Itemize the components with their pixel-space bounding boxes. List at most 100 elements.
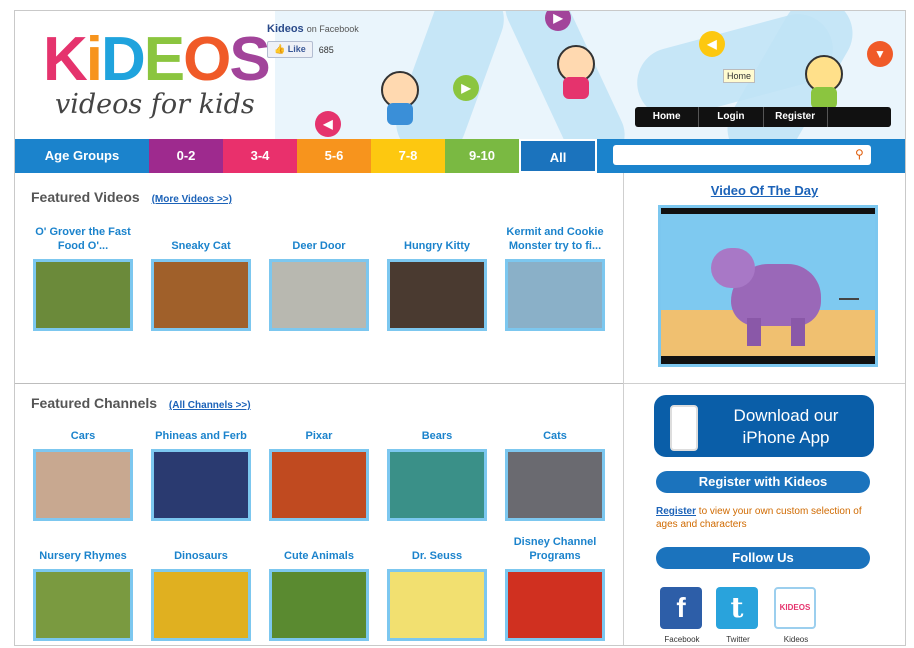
featured-channels-thumbnail[interactable] [33, 569, 133, 641]
featured-channels-card[interactable]: Bears [387, 399, 487, 521]
featured-channels-title[interactable]: Dr. Seuss [387, 519, 487, 563]
facebook-box: Kideos on Facebook [267, 23, 359, 35]
video-of-the-day-link[interactable]: Video Of The Day [624, 183, 905, 198]
facebook-page-name[interactable]: Kideos [267, 23, 304, 35]
logo-letter: i [85, 25, 103, 94]
player-top-bar [661, 208, 875, 214]
featured-videos-title[interactable]: Deer Door [269, 209, 369, 253]
blog-follow[interactable]: KIDEOS Kideos BLOG [774, 587, 818, 645]
age-group-3-4[interactable]: 3-4 [223, 139, 297, 173]
featured-channels-thumbnail[interactable] [505, 449, 605, 521]
search-icon[interactable]: ⚲ [855, 148, 867, 160]
sidebar-divider [624, 383, 905, 384]
nav-home-link[interactable]: Home [635, 107, 700, 127]
facebook-label: Facebook [664, 635, 700, 644]
featured-videos-card[interactable]: O' Grover the Fast Food O'... [33, 209, 133, 331]
featured-videos-card[interactable]: Hungry Kitty [387, 209, 487, 331]
hippo-head [711, 248, 755, 288]
featured-channels-thumbnail[interactable] [33, 449, 133, 521]
twitter-icon: t [716, 587, 758, 629]
featured-channels-card[interactable]: Nursery Rhymes [33, 519, 133, 641]
age-group-all[interactable]: All [519, 139, 597, 173]
twitter-follow[interactable]: t Twitter [716, 587, 760, 644]
featured-channels-card[interactable]: Dr. Seuss [387, 519, 487, 641]
featured-channels-card[interactable]: Cats [505, 399, 605, 521]
play-circle-icon: ◀ [315, 111, 341, 137]
featured-channels-thumbnail[interactable] [387, 569, 487, 641]
logo-letter: E [143, 25, 185, 94]
iphone-icon [670, 405, 698, 451]
follow-us-heading: Follow Us [656, 547, 870, 569]
facebook-suffix: on Facebook [306, 24, 359, 34]
blog-label: Kideos BLOG [783, 635, 809, 645]
age-group-7-8[interactable]: 7-8 [371, 139, 445, 173]
main-content: Featured Videos (More Videos >>) O' Grov… [15, 173, 623, 645]
featured-videos-heading: Featured Videos (More Videos >>) [31, 189, 232, 205]
featured-channels-title[interactable]: Pixar [269, 399, 369, 443]
player-bottom-bar [661, 356, 875, 364]
featured-videos-title[interactable]: Kermit and Cookie Monster try to fi... [505, 209, 605, 253]
featured-channels-card[interactable]: Disney Channel Programs [505, 519, 605, 641]
featured-videos-thumbnail[interactable] [151, 259, 251, 331]
nav-register-link[interactable]: Register [764, 107, 828, 127]
featured-channels-card[interactable]: Cute Animals [269, 519, 369, 641]
featured-videos-card[interactable]: Sneaky Cat [151, 209, 251, 331]
featured-channels-thumbnail[interactable] [269, 449, 369, 521]
nav-login-link[interactable]: Login [699, 107, 764, 127]
featured-videos-title[interactable]: Sneaky Cat [151, 209, 251, 253]
like-button[interactable]: 👍 Like [267, 41, 313, 58]
play-circle-icon: ◀ [699, 31, 725, 57]
register-link[interactable]: Register [656, 506, 696, 517]
more-videos-link[interactable]: (More Videos >>) [152, 194, 232, 205]
blonde-character-icon [805, 55, 843, 109]
featured-channels-title[interactable]: Cars [33, 399, 133, 443]
tree-illustration [839, 298, 859, 310]
age-group-9-10[interactable]: 9-10 [445, 139, 519, 173]
featured-channels-thumbnail[interactable] [505, 569, 605, 641]
facebook-icon: f [660, 587, 702, 629]
play-circle-icon: ▶ [453, 75, 479, 101]
register-text: Register to view your own custom selecti… [656, 505, 876, 531]
featured-channels-thumbnail[interactable] [151, 569, 251, 641]
facebook-like: 👍 Like 685 [267, 41, 334, 58]
age-group-0-2[interactable]: 0-2 [149, 139, 223, 173]
facebook-follow[interactable]: f Facebook [660, 587, 704, 644]
age-group-5-6[interactable]: 5-6 [297, 139, 371, 173]
featured-channels-title[interactable]: Dinosaurs [151, 519, 251, 563]
featured-channels-title[interactable]: Nursery Rhymes [33, 519, 133, 563]
featured-channels-thumbnail[interactable] [151, 449, 251, 521]
logo-letter: O [183, 25, 231, 94]
featured-channels-thumbnail[interactable] [387, 449, 487, 521]
featured-videos-thumbnail[interactable] [505, 259, 605, 331]
logo-letter: K [43, 25, 88, 94]
featured-channels-title[interactable]: Phineas and Ferb [151, 399, 251, 443]
hippo-leg [791, 318, 805, 346]
featured-videos-thumbnail[interactable] [33, 259, 133, 331]
featured-channels-thumbnail[interactable] [269, 569, 369, 641]
logo-letter: S [229, 25, 270, 94]
kideos-logo[interactable]: KiDEOS [43, 25, 271, 94]
logo-letters: KiDEOS [43, 25, 271, 94]
featured-channels-title[interactable]: Cats [505, 399, 605, 443]
featured-videos-card[interactable]: Kermit and Cookie Monster try to fi... [505, 209, 605, 331]
featured-videos-title[interactable]: O' Grover the Fast Food O'... [33, 209, 133, 253]
section-divider [15, 383, 623, 384]
age-groups-bar: Age Groups 0-2 3-4 5-6 7-8 9-10 All ⚲ [15, 139, 905, 173]
featured-videos-title[interactable]: Hungry Kitty [387, 209, 487, 253]
home-tooltip: Home [723, 69, 756, 83]
featured-channels-title[interactable]: Cute Animals [269, 519, 369, 563]
sidebar: Video Of The Day Download our iPhone App… [624, 173, 905, 645]
featured-videos-thumbnail[interactable] [387, 259, 487, 331]
search-input[interactable] [617, 145, 851, 165]
featured-channels-title[interactable]: Disney Channel Programs [505, 519, 605, 563]
video-of-the-day-player[interactable] [658, 205, 878, 367]
featured-videos-thumbnail[interactable] [269, 259, 369, 331]
download-iphone-app-button[interactable]: Download our iPhone App [654, 395, 874, 457]
featured-channels-card[interactable]: Pixar [269, 399, 369, 521]
featured-videos-card[interactable]: Deer Door [269, 209, 369, 331]
featured-channels-card[interactable]: Dinosaurs [151, 519, 251, 641]
featured-channels-card[interactable]: Phineas and Ferb [151, 399, 251, 521]
featured-channels-title[interactable]: Bears [387, 399, 487, 443]
featured-channels-card[interactable]: Cars [33, 399, 133, 521]
